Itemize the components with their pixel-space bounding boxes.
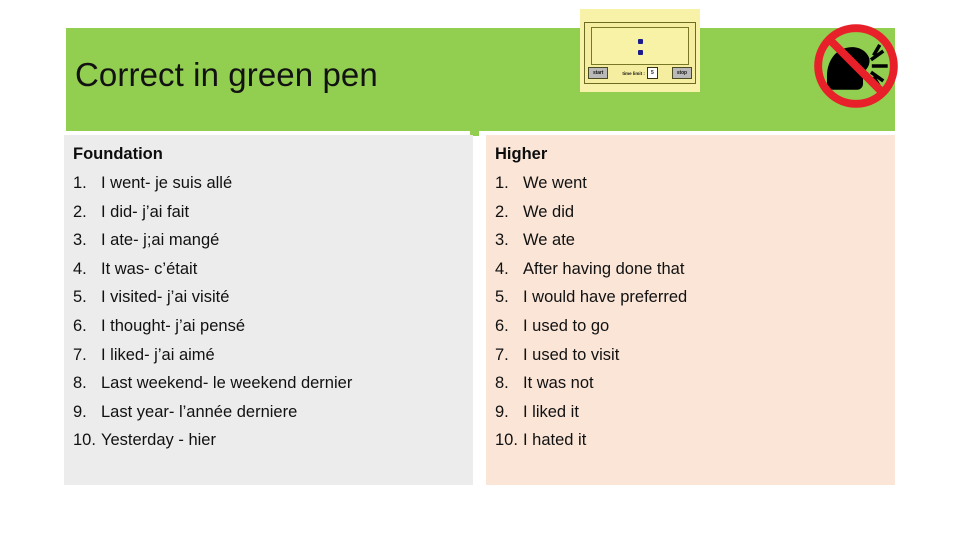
list-item: 10. I hated it bbox=[492, 426, 885, 455]
list-item-number: 2. bbox=[495, 202, 509, 221]
list-item: 8. It was not bbox=[492, 369, 885, 398]
list-item-text: I would have preferred bbox=[523, 288, 688, 307]
list-item-text: I did- j’ai fait bbox=[101, 202, 190, 221]
list-item-text: We went bbox=[523, 174, 587, 192]
list-item-text: I thought- j’ai pensé bbox=[101, 316, 246, 335]
list-item-text: Last weekend- le weekend dernier bbox=[101, 374, 353, 393]
timer-colon-dot-bottom bbox=[638, 50, 643, 55]
list-item-text: Last year- l’année derniere bbox=[101, 402, 298, 421]
foundation-column: Foundation 1. I went- je suis allé 2. I di… bbox=[64, 135, 473, 485]
list-item: 10. Yesterday - hier bbox=[70, 426, 463, 455]
higher-list: 1. We went 2. We did 3. We ate 4. After havi… bbox=[492, 169, 885, 455]
list-item-number: 4. bbox=[73, 259, 87, 278]
timer-display bbox=[591, 27, 689, 65]
list-item: 7. I used to visit bbox=[492, 341, 885, 370]
list-item: 4. It was- c’était bbox=[70, 255, 463, 284]
list-item-number: 7. bbox=[495, 345, 509, 364]
list-item: 2. I did- j’ai fait bbox=[70, 198, 463, 227]
timer-stop-button[interactable]: stop bbox=[671, 67, 692, 79]
list-item-number: 5. bbox=[495, 288, 509, 307]
list-item-number: 3. bbox=[495, 231, 509, 250]
list-item: 4. After having done that bbox=[492, 255, 885, 284]
foundation-heading: Foundation bbox=[73, 145, 163, 163]
timer-limit-input[interactable]: 5 bbox=[646, 67, 658, 79]
list-item: 3. I ate- j;ai mangé bbox=[70, 226, 463, 255]
list-item-number: 1. bbox=[495, 174, 509, 192]
higher-heading: Higher bbox=[495, 145, 548, 163]
list-item-text: I used to go bbox=[523, 316, 610, 335]
list-item-text: I used to visit bbox=[523, 345, 620, 364]
list-item: 9. I liked it bbox=[492, 398, 885, 427]
page-title: Correct in green pen bbox=[75, 56, 378, 93]
list-item-number: 6. bbox=[495, 316, 509, 335]
foundation-list: 1. I went- je suis allé 2. I did- j’ai fai… bbox=[70, 169, 463, 455]
timer-widget-frame: start time limit : 5 stop bbox=[584, 22, 696, 84]
list-item-number: 9. bbox=[495, 402, 509, 421]
list-item: 9. Last year- l’année derniere bbox=[70, 398, 463, 427]
list-item-number: 4. bbox=[495, 259, 509, 278]
list-item-text: It was- c’était bbox=[101, 259, 198, 278]
list-item-number: 6. bbox=[73, 316, 87, 335]
list-item-number: 8. bbox=[495, 374, 509, 393]
list-item: 6. I used to go bbox=[492, 312, 885, 341]
list-item-number: 8. bbox=[73, 374, 87, 393]
list-item-number: 1. bbox=[73, 174, 87, 192]
list-item-number: 5. bbox=[73, 288, 87, 307]
list-item-number: 2. bbox=[73, 202, 87, 221]
list-item: 7. I liked- j’ai aimé bbox=[70, 341, 463, 370]
no-talking-icon bbox=[812, 24, 898, 108]
list-item-text: We did bbox=[523, 202, 575, 221]
timer-colon-dot-top bbox=[638, 39, 643, 44]
timer-start-button[interactable]: start bbox=[588, 67, 609, 79]
higher-column: Higher 1. We went 2. We did 3. We ate 4. Aft… bbox=[486, 135, 895, 485]
list-item: 8. Last weekend- le weekend dernier bbox=[70, 369, 463, 398]
list-item: 3. We ate bbox=[492, 226, 885, 255]
list-item-text: After having done that bbox=[523, 259, 685, 278]
list-item-text: I liked- j’ai aimé bbox=[101, 345, 215, 364]
list-item: 5. I visited- j’ai visité bbox=[70, 283, 463, 312]
list-item: 5. I would have preferred bbox=[492, 283, 885, 312]
list-item-text: We ate bbox=[523, 231, 575, 250]
timer-limit-label: time limit : bbox=[622, 70, 645, 76]
list-item-number: 7. bbox=[73, 345, 87, 364]
list-item-number: 9. bbox=[73, 402, 87, 421]
list-item-text: I hated it bbox=[523, 431, 587, 450]
list-item-text: I ate- j;ai mangé bbox=[101, 231, 220, 250]
list-item-text: It was not bbox=[523, 374, 594, 393]
list-item-text: Yesterday - hier bbox=[101, 431, 216, 450]
list-item: 1. I went- je suis allé bbox=[70, 169, 463, 198]
list-item: 1. We went bbox=[492, 169, 885, 198]
list-item-text: I went- je suis allé bbox=[101, 174, 233, 192]
list-item-text: I visited- j’ai visité bbox=[101, 288, 230, 307]
list-item-number: 10. bbox=[73, 431, 96, 450]
list-item: 6. I thought- j’ai pensé bbox=[70, 312, 463, 341]
timer-widget[interactable]: start time limit : 5 stop bbox=[580, 9, 700, 92]
list-item-number: 10. bbox=[495, 431, 518, 450]
list-item: 2. We did bbox=[492, 198, 885, 227]
list-item-number: 3. bbox=[73, 231, 87, 250]
timer-controls: start time limit : 5 stop bbox=[588, 66, 692, 80]
timer-limit-group: time limit : 5 bbox=[622, 67, 658, 79]
list-item-text: I liked it bbox=[523, 402, 579, 421]
